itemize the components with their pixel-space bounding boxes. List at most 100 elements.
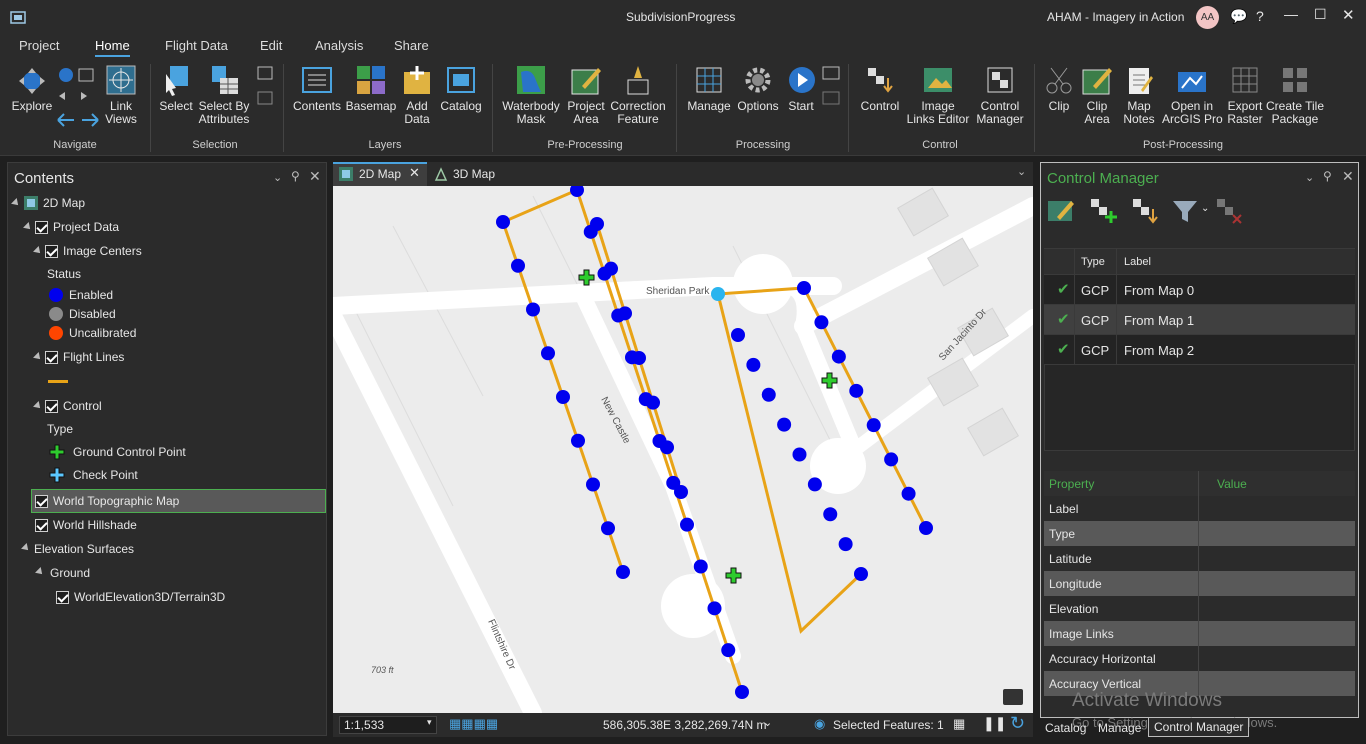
image-center-point[interactable] bbox=[660, 440, 674, 455]
tree-hillshade[interactable]: World Hillshade bbox=[53, 518, 137, 532]
checkbox-terrain[interactable] bbox=[56, 591, 69, 604]
contents-button[interactable]: Contents bbox=[292, 64, 342, 113]
start-button[interactable]: Start bbox=[786, 64, 816, 113]
checkbox-world-topo[interactable] bbox=[35, 495, 48, 508]
image-center-point[interactable] bbox=[866, 418, 881, 433]
close-icon[interactable]: ✕ bbox=[1342, 6, 1355, 24]
image-center-point[interactable] bbox=[838, 537, 853, 552]
map-notes-button[interactable]: Map Notes bbox=[1118, 64, 1160, 126]
image-center-point[interactable] bbox=[792, 447, 807, 462]
expand-icon[interactable] bbox=[23, 222, 33, 232]
table-row[interactable]: ✔ GCP From Map 0 bbox=[1044, 275, 1355, 305]
property-row[interactable]: Type bbox=[1044, 521, 1355, 546]
chevron-down-icon[interactable]: ⌄ bbox=[1201, 203, 1209, 214]
image-center-point[interactable] bbox=[616, 565, 630, 579]
notification-icon[interactable]: 💬 bbox=[1230, 8, 1247, 25]
image-center-point[interactable] bbox=[884, 452, 899, 467]
correction-feature-button[interactable]: Correction Feature bbox=[608, 64, 668, 126]
tab-catalog[interactable]: Catalog bbox=[1045, 721, 1086, 735]
image-center-point[interactable] bbox=[823, 507, 838, 522]
table-row[interactable]: ✔ GCP From Map 1 bbox=[1044, 305, 1355, 335]
tree-control[interactable]: Control bbox=[63, 399, 102, 413]
catalog-button[interactable]: Catalog bbox=[438, 64, 484, 113]
help-icon[interactable]: ? bbox=[1256, 8, 1264, 24]
expand-icon[interactable] bbox=[33, 352, 43, 362]
property-row[interactable]: Label bbox=[1044, 496, 1355, 521]
tree-world-topo[interactable]: World Topographic Map bbox=[53, 494, 179, 508]
property-row[interactable]: Latitude bbox=[1044, 546, 1355, 571]
image-center-point[interactable] bbox=[707, 601, 722, 616]
chevron-down-icon[interactable]: ⌄ bbox=[273, 171, 282, 184]
image-center-point[interactable] bbox=[807, 477, 822, 492]
expand-icon[interactable] bbox=[11, 198, 21, 208]
expand-icon[interactable] bbox=[33, 401, 43, 411]
close-pane-icon[interactable]: ✕ bbox=[1342, 168, 1354, 185]
selected-image-center[interactable] bbox=[711, 287, 725, 301]
image-center-point[interactable] bbox=[680, 517, 694, 532]
image-center-point[interactable] bbox=[511, 258, 525, 273]
image-center-point[interactable] bbox=[919, 521, 933, 535]
checkbox-flight-lines[interactable] bbox=[45, 351, 58, 364]
open-in-arcgis-pro-button[interactable]: Open in ArcGIS Pro bbox=[1162, 64, 1223, 126]
tree-project-data[interactable]: Project Data bbox=[53, 220, 119, 234]
image-center-point[interactable] bbox=[854, 567, 868, 581]
image-center-point[interactable] bbox=[693, 559, 708, 574]
image-center-point[interactable] bbox=[814, 315, 829, 330]
control-manager-button[interactable]: Control Manager bbox=[974, 64, 1026, 126]
processing-tools-icon[interactable] bbox=[822, 66, 840, 106]
tab-analysis[interactable]: Analysis bbox=[315, 38, 363, 53]
chevron-down-icon[interactable]: ⌄ bbox=[763, 716, 772, 729]
image-center-point[interactable] bbox=[496, 215, 510, 229]
table-row[interactable]: ✔ GCP From Map 2 bbox=[1044, 335, 1355, 365]
image-center-point[interactable] bbox=[586, 477, 600, 492]
tab-project[interactable]: Project bbox=[19, 38, 59, 53]
tree-elevation[interactable]: Elevation Surfaces bbox=[34, 542, 134, 556]
map-view[interactable]: Sheridan Park New Castle San Jacinto Dr … bbox=[333, 186, 1033, 713]
checkbox-control[interactable] bbox=[45, 400, 58, 413]
image-center-point[interactable] bbox=[674, 485, 688, 499]
image-center-point[interactable] bbox=[746, 357, 761, 372]
select-button[interactable]: Select bbox=[158, 64, 194, 113]
checkbox-hillshade[interactable] bbox=[35, 519, 48, 532]
map-canvas[interactable]: Sheridan Park New Castle San Jacinto Dr … bbox=[333, 186, 1033, 713]
image-center-point[interactable] bbox=[721, 643, 736, 658]
options-button[interactable]: Options bbox=[734, 64, 782, 113]
select-by-attributes-button[interactable]: Select By Attributes bbox=[196, 64, 252, 126]
back-forward-icon[interactable] bbox=[56, 110, 100, 130]
tab-home[interactable]: Home bbox=[95, 38, 130, 57]
basemap-button[interactable]: Basemap bbox=[345, 64, 397, 113]
image-center-point[interactable] bbox=[797, 281, 811, 295]
col-label[interactable]: Label bbox=[1124, 256, 1151, 268]
table-icon[interactable]: ▦ bbox=[953, 716, 965, 732]
property-row[interactable]: Accuracy Horizontal bbox=[1044, 646, 1355, 671]
image-center-point[interactable] bbox=[777, 417, 792, 432]
tree-terrain[interactable]: WorldElevation3D/Terrain3D bbox=[74, 590, 225, 604]
maximize-icon[interactable]: ☐ bbox=[1314, 6, 1327, 23]
clip-button[interactable]: Clip bbox=[1042, 64, 1076, 113]
edit-control-icon[interactable] bbox=[1047, 197, 1075, 225]
image-center-point[interactable] bbox=[901, 486, 916, 501]
selection-tools-icon[interactable] bbox=[257, 66, 273, 106]
chevron-down-icon[interactable]: ▾ bbox=[427, 717, 432, 728]
chevron-down-icon[interactable]: ⌄ bbox=[1305, 171, 1314, 184]
image-center-point[interactable] bbox=[526, 302, 540, 317]
map-tools-icon[interactable]: ▦▦▦▦ bbox=[449, 716, 498, 732]
expand-icon[interactable] bbox=[35, 567, 45, 577]
property-row[interactable]: Image Links bbox=[1044, 621, 1355, 646]
pause-icon[interactable]: ❚❚ bbox=[983, 715, 1006, 732]
tab-edit[interactable]: Edit bbox=[260, 38, 282, 53]
image-center-point[interactable] bbox=[849, 383, 864, 398]
property-row[interactable]: Longitude bbox=[1044, 571, 1355, 596]
control-button[interactable]: Control bbox=[858, 64, 902, 113]
tab-manage[interactable]: Manage bbox=[1098, 721, 1141, 735]
clip-area-button[interactable]: Clip Area bbox=[1078, 64, 1116, 126]
navigate-tools-icon[interactable] bbox=[57, 66, 97, 106]
close-tab-icon[interactable]: ✕ bbox=[409, 165, 420, 181]
minimize-icon[interactable]: — bbox=[1284, 6, 1298, 22]
export-raster-button[interactable]: Export Raster bbox=[1224, 64, 1266, 126]
expand-icon[interactable] bbox=[33, 246, 43, 256]
tab-3d-label[interactable]: 3D Map bbox=[453, 167, 495, 181]
tree-2d-map[interactable]: 2D Map bbox=[43, 196, 85, 210]
property-row[interactable]: Elevation bbox=[1044, 596, 1355, 621]
add-control-icon[interactable] bbox=[1089, 197, 1117, 225]
